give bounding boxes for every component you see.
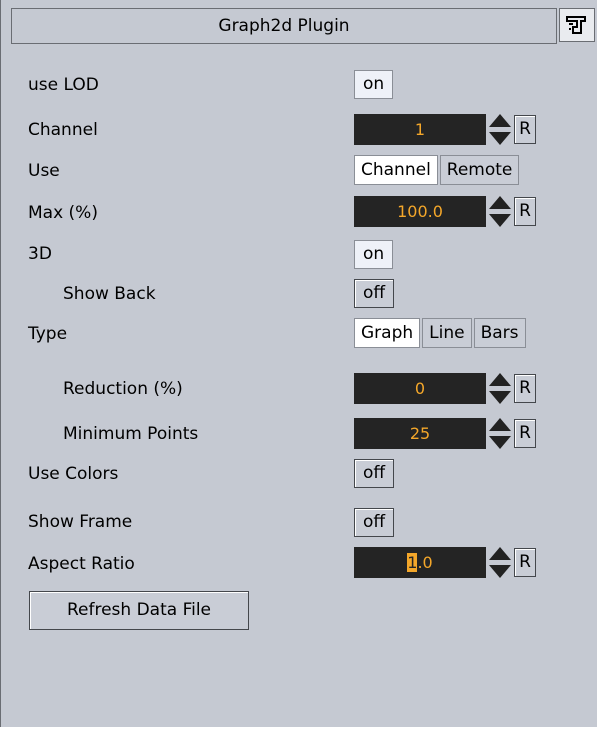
aspect-ratio-label: Aspect Ratio <box>28 554 135 574</box>
use-lod-toggle[interactable]: on <box>354 70 394 99</box>
spin-up-icon[interactable] <box>489 196 511 209</box>
panel-title: Graph2d Plugin <box>11 8 557 44</box>
use-selector: Channel Remote <box>354 155 521 185</box>
max-label: Max (%) <box>28 203 98 223</box>
show-frame-label: Show Frame <box>28 512 133 532</box>
reduction-reset-button[interactable]: R <box>514 374 536 403</box>
channel-field[interactable]: 1 <box>354 114 486 145</box>
type-selector: Graph Line Bars <box>354 318 528 348</box>
plugin-icon[interactable] <box>559 8 595 42</box>
use-label: Use <box>28 161 60 181</box>
use-colors-toggle[interactable]: off <box>354 459 395 488</box>
aspect-ratio-selection: 1 <box>407 553 418 572</box>
max-spinner[interactable] <box>489 196 511 227</box>
type-option-bars[interactable]: Bars <box>473 318 526 348</box>
type-label: Type <box>28 324 68 344</box>
refresh-data-file-button[interactable]: Refresh Data File <box>29 591 249 630</box>
aspect-ratio-rest: .0 <box>417 553 433 572</box>
spin-down-icon[interactable] <box>489 132 511 145</box>
spin-down-icon[interactable] <box>489 214 511 227</box>
spin-up-icon[interactable] <box>489 373 511 386</box>
channel-label: Channel <box>28 120 98 140</box>
three-d-label: 3D <box>28 244 52 264</box>
use-colors-label: Use Colors <box>28 464 119 484</box>
channel-spinner[interactable] <box>489 114 511 145</box>
spin-up-icon[interactable] <box>489 418 511 431</box>
plugin-panel: Graph2d Plugin use LOD on Channel 1 R Us… <box>0 0 597 727</box>
use-lod-label: use LOD <box>28 75 99 95</box>
min-points-spinner[interactable] <box>489 418 511 449</box>
three-d-toggle[interactable]: on <box>354 240 394 269</box>
min-points-field[interactable]: 25 <box>354 418 486 449</box>
channel-reset-button[interactable]: R <box>514 115 536 144</box>
spin-up-icon[interactable] <box>489 114 511 127</box>
type-option-line[interactable]: Line <box>422 318 472 348</box>
show-frame-toggle[interactable]: off <box>354 508 395 537</box>
aspect-ratio-spinner[interactable] <box>489 547 511 578</box>
spin-down-icon[interactable] <box>489 436 511 449</box>
reduction-label: Reduction (%) <box>63 379 183 399</box>
show-back-toggle[interactable]: off <box>354 279 395 308</box>
min-points-reset-button[interactable]: R <box>514 419 536 448</box>
max-reset-button[interactable]: R <box>514 197 536 226</box>
aspect-ratio-field[interactable]: 1.0 <box>354 547 486 578</box>
use-option-channel[interactable]: Channel <box>354 155 438 185</box>
max-field[interactable]: 100.0 <box>354 196 486 227</box>
type-option-graph[interactable]: Graph <box>354 318 421 348</box>
reduction-field[interactable]: 0 <box>354 373 486 404</box>
show-back-label: Show Back <box>63 284 156 304</box>
aspect-ratio-reset-button[interactable]: R <box>514 548 536 577</box>
spin-down-icon[interactable] <box>489 565 511 578</box>
spin-down-icon[interactable] <box>489 391 511 404</box>
spin-up-icon[interactable] <box>489 547 511 560</box>
use-option-remote[interactable]: Remote <box>439 155 520 185</box>
min-points-label: Minimum Points <box>63 424 199 444</box>
reduction-spinner[interactable] <box>489 373 511 404</box>
